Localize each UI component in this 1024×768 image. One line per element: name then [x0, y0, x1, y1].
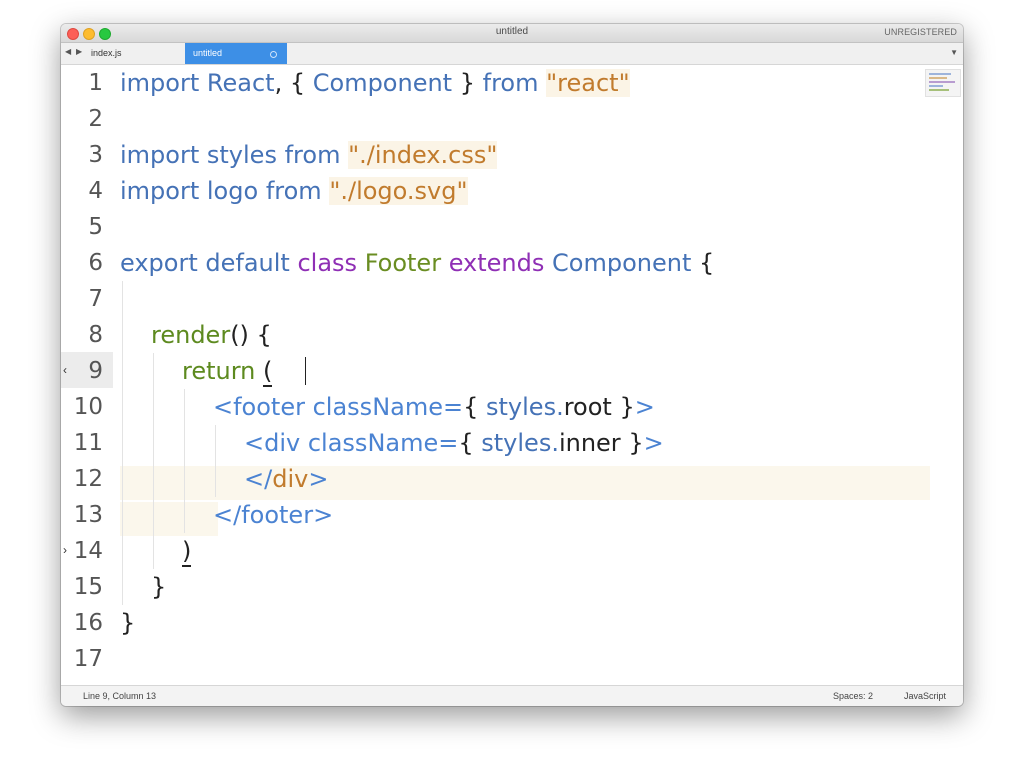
line-number: 16: [73, 610, 103, 636]
code-line-14: ): [182, 533, 192, 569]
tab-index-js[interactable]: index.js: [91, 43, 181, 64]
line-number: 6: [88, 250, 103, 276]
editor-window: untitled UNREGISTERED ◀ ▶ index.js untit…: [61, 24, 963, 706]
line-number: 14: [73, 538, 103, 564]
indentation-setting[interactable]: Spaces: 2: [833, 691, 873, 701]
line-number: 13: [73, 502, 103, 528]
cursor-position[interactable]: Line 9, Column 13: [83, 691, 156, 701]
code-line-13: </footer>: [213, 501, 334, 529]
code-line-15: }: [151, 573, 167, 601]
line-number: 7: [88, 286, 103, 312]
line-number-gutter: 1 2 3 4 5 6 7 8 9 10 11 12 13 14 15 16 1…: [61, 65, 113, 686]
text-cursor: [305, 357, 306, 385]
tab-menu-chevron-down-icon[interactable]: ▼: [950, 48, 958, 57]
bracket-highlight-region: [120, 466, 930, 500]
code-line-9: return (: [182, 357, 273, 387]
code-line-3: import styles from "./index.css": [120, 141, 498, 169]
registration-label: UNREGISTERED: [884, 27, 957, 37]
indent-guide: [215, 425, 216, 497]
line-number: 12: [73, 466, 103, 492]
line-number: 17: [73, 646, 103, 672]
code-line-16: }: [120, 609, 136, 637]
window-title: untitled: [495, 26, 529, 37]
tab-untitled[interactable]: untitled: [185, 43, 287, 64]
code-line-12: </div>: [244, 465, 329, 493]
fold-open-icon[interactable]: ‹: [63, 363, 67, 377]
code-line-8: render() {: [151, 321, 272, 349]
fold-close-icon[interactable]: ›: [63, 543, 67, 557]
line-number: 1: [88, 70, 103, 96]
title-bar: untitled UNREGISTERED: [61, 24, 963, 43]
matched-paren: (: [263, 357, 273, 387]
indent-guide: [184, 389, 185, 533]
minimap[interactable]: [925, 69, 961, 97]
line-number: 2: [88, 106, 103, 132]
tab-bar: ◀ ▶ index.js untitled ▼: [61, 43, 963, 65]
code-line-4: import logo from "./logo.svg": [120, 177, 468, 205]
line-number: 4: [88, 178, 103, 204]
status-bar: Line 9, Column 13 Spaces: 2 JavaScript: [61, 685, 963, 706]
tab-label: index.js: [91, 48, 122, 58]
syntax-selector[interactable]: JavaScript: [904, 691, 946, 701]
line-number: 5: [88, 214, 103, 240]
forward-arrow-icon[interactable]: ▶: [76, 47, 82, 56]
indent-guide: [153, 353, 154, 569]
tab-label: untitled: [193, 48, 223, 58]
code-editor[interactable]: 1 2 3 4 5 6 7 8 9 10 11 12 13 14 15 16 1…: [61, 65, 963, 686]
minimap-line: [929, 73, 951, 75]
minimap-line: [929, 89, 949, 91]
code-line-10: <footer className={ styles.root }>: [213, 393, 655, 421]
minimap-line: [929, 77, 947, 79]
code-area[interactable]: import React, { Component } from "react"…: [120, 65, 930, 686]
code-line-11: <div className={ styles.inner }>: [244, 429, 664, 457]
minimap-line: [929, 85, 943, 87]
minimap-line: [929, 81, 955, 83]
tab-close-icon[interactable]: [270, 51, 277, 58]
back-arrow-icon[interactable]: ◀: [65, 47, 71, 56]
code-line-1: import React, { Component } from "react": [120, 69, 630, 97]
line-number: 15: [73, 574, 103, 600]
line-number: 9: [88, 358, 103, 384]
indent-guide: [122, 281, 123, 605]
line-number: 11: [73, 430, 103, 456]
matched-paren: ): [182, 537, 192, 567]
bracket-highlight-region: [120, 502, 218, 536]
line-number: 8: [88, 322, 103, 348]
line-number: 10: [73, 394, 103, 420]
line-number: 3: [88, 142, 103, 168]
code-line-6: export default class Footer extends Comp…: [120, 249, 715, 277]
